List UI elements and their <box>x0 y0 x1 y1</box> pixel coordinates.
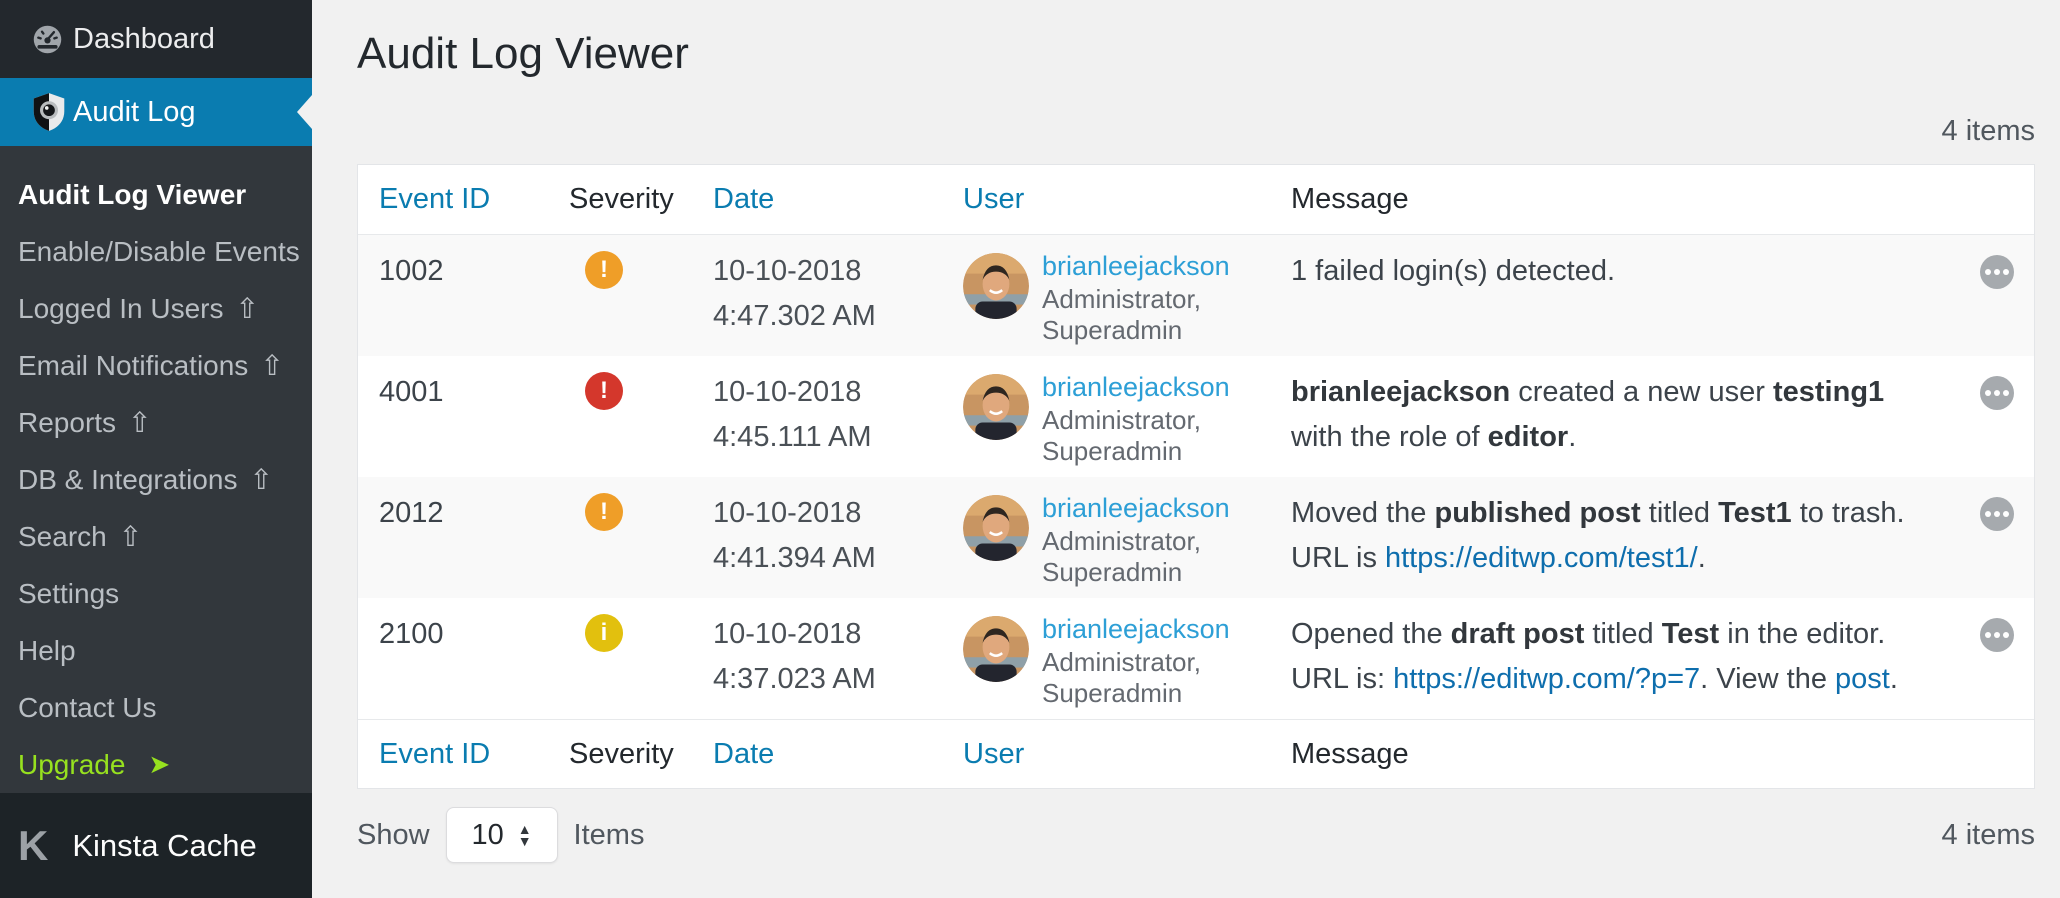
sidebar-item-label: Audit Log <box>73 96 196 129</box>
view-post-link[interactable]: post <box>1835 663 1890 695</box>
sidebar-item-help[interactable]: Help <box>0 622 312 679</box>
item-count-top: 4 items <box>357 114 2035 148</box>
column-footer-severity: Severity <box>569 738 713 771</box>
upgrade-arrow-icon: ➤ <box>148 749 170 780</box>
column-header-date[interactable]: Date <box>713 183 963 216</box>
column-footer-date[interactable]: Date <box>713 738 963 771</box>
admin-sidebar: Dashboard Audit Log Audit Log Viewer Ena… <box>0 0 312 898</box>
sidebar-item-email-notifications[interactable]: Email Notifications ⇧ <box>0 337 312 394</box>
page-size-select[interactable]: 10 ▲▼ <box>446 807 558 863</box>
column-header-message: Message <box>1291 183 1946 216</box>
sidebar-item-search[interactable]: Search ⇧ <box>0 508 312 565</box>
column-header-user[interactable]: User <box>963 183 1291 216</box>
severity-critical-icon: ! <box>585 372 623 410</box>
audit-log-table: Event ID Severity Date User Message 1002… <box>357 164 2035 789</box>
message-cell: 1 failed login(s) detected. <box>1291 247 1946 294</box>
event-id-cell: 1002 <box>358 247 569 288</box>
post-url-link[interactable]: https://editwp.com/test1/ <box>1385 542 1698 574</box>
show-label: Show <box>357 819 430 852</box>
user-roles: Administrator, Superadmin <box>1042 405 1247 467</box>
post-url-link[interactable]: https://editwp.com/?p=7 <box>1393 663 1700 695</box>
row-actions-ellipsis-icon[interactable] <box>1980 618 2014 652</box>
sidebar-item-audit-log-viewer[interactable]: Audit Log Viewer <box>0 166 312 223</box>
row-actions-ellipsis-icon[interactable] <box>1980 255 2014 289</box>
sidebar-item-kinsta-cache[interactable]: K Kinsta Cache <box>0 793 312 898</box>
username-link[interactable]: brianleejackson <box>1042 249 1230 284</box>
severity-warning-icon: ! <box>585 493 623 531</box>
event-id-cell: 2100 <box>358 610 569 651</box>
premium-upgrade-icon: ⇧ <box>128 406 151 439</box>
sidebar-item-enable-disable-events[interactable]: Enable/Disable Events <box>0 223 312 280</box>
table-row: 2100 i 10-10-2018 4:37.023 AM brianleeja… <box>358 598 2034 719</box>
spinner-arrows-icon[interactable]: ▲▼ <box>518 823 532 847</box>
page-size-value: 10 <box>471 819 503 852</box>
table-row: 1002 ! 10-10-2018 4:47.302 AM brianleeja… <box>358 235 2034 356</box>
row-actions-ellipsis-icon[interactable] <box>1980 376 2014 410</box>
severity-info-icon: i <box>585 614 623 652</box>
item-count-bottom: 4 items <box>1942 819 2035 852</box>
user-cell: brianleejackson Administrator, Superadmi… <box>963 610 1291 709</box>
severity-warning-icon: ! <box>585 251 623 289</box>
message-cell: brianleejackson created a new user testi… <box>1291 368 1946 460</box>
sidebar-item-audit-log[interactable]: Audit Log <box>0 78 312 146</box>
sidebar-item-settings[interactable]: Settings <box>0 565 312 622</box>
username-link[interactable]: brianleejackson <box>1042 612 1230 647</box>
premium-upgrade-icon: ⇧ <box>260 349 283 382</box>
message-cell: Moved the published post titled Test1 to… <box>1291 489 1946 581</box>
user-cell: brianleejackson Administrator, Superadmi… <box>963 489 1291 588</box>
user-avatar <box>963 616 1029 682</box>
page-title: Audit Log Viewer <box>357 28 2035 80</box>
severity-cell: ! <box>569 247 713 289</box>
column-header-severity: Severity <box>569 183 713 216</box>
user-roles: Administrator, Superadmin <box>1042 647 1247 709</box>
user-cell: brianleejackson Administrator, Superadmi… <box>963 368 1291 467</box>
user-cell: brianleejackson Administrator, Superadmi… <box>963 247 1291 346</box>
sidebar-item-label: Dashboard <box>73 23 215 56</box>
premium-upgrade-icon: ⇧ <box>235 292 258 325</box>
items-label: Items <box>574 819 645 852</box>
user-avatar <box>963 495 1029 561</box>
date-cell: 10-10-2018 4:41.394 AM <box>713 489 963 581</box>
column-header-event-id[interactable]: Event ID <box>358 183 569 216</box>
severity-cell: ! <box>569 368 713 410</box>
column-footer-message: Message <box>1291 738 1946 771</box>
sidebar-item-db-integrations[interactable]: DB & Integrations ⇧ <box>0 451 312 508</box>
table-header-row: Event ID Severity Date User Message <box>358 165 2034 235</box>
pagination-bar: Show 10 ▲▼ Items 4 items <box>357 807 2035 863</box>
severity-cell: i <box>569 610 713 652</box>
user-roles: Administrator, Superadmin <box>1042 284 1247 346</box>
date-cell: 10-10-2018 4:47.302 AM <box>713 247 963 339</box>
username-link[interactable]: brianleejackson <box>1042 491 1230 526</box>
premium-upgrade-icon: ⇧ <box>119 520 142 553</box>
message-cell: Opened the draft post titled Test in the… <box>1291 610 1946 702</box>
audit-log-shield-icon <box>31 92 68 132</box>
username-link[interactable]: brianleejackson <box>1042 370 1230 405</box>
user-roles: Administrator, Superadmin <box>1042 526 1247 588</box>
sidebar-item-dashboard[interactable]: Dashboard <box>0 0 312 78</box>
column-footer-user[interactable]: User <box>963 738 1291 771</box>
audit-log-submenu: Audit Log Viewer Enable/Disable Events L… <box>0 146 312 793</box>
dashboard-gauge-icon <box>31 19 68 59</box>
premium-upgrade-icon: ⇧ <box>249 463 272 496</box>
row-actions-ellipsis-icon[interactable] <box>1980 497 2014 531</box>
user-avatar <box>963 374 1029 440</box>
table-footer-row: Event ID Severity Date User Message <box>358 719 2034 788</box>
sidebar-item-reports[interactable]: Reports ⇧ <box>0 394 312 451</box>
date-cell: 10-10-2018 4:37.023 AM <box>713 610 963 702</box>
table-row: 2012 ! 10-10-2018 4:41.394 AM brianleeja… <box>358 477 2034 598</box>
active-menu-arrow <box>297 95 312 129</box>
kinsta-cache-label: Kinsta Cache <box>72 828 256 864</box>
event-id-cell: 4001 <box>358 368 569 409</box>
severity-cell: ! <box>569 489 713 531</box>
table-row: 4001 ! 10-10-2018 4:45.111 AM brianleeja… <box>358 356 2034 477</box>
event-id-cell: 2012 <box>358 489 569 530</box>
sidebar-item-upgrade[interactable]: Upgrade ➤ <box>0 736 312 793</box>
sidebar-item-logged-in-users[interactable]: Logged In Users ⇧ <box>0 280 312 337</box>
date-cell: 10-10-2018 4:45.111 AM <box>713 368 963 460</box>
user-avatar <box>963 253 1029 319</box>
sidebar-item-contact-us[interactable]: Contact Us <box>0 679 312 736</box>
column-footer-event-id[interactable]: Event ID <box>358 738 569 771</box>
kinsta-logo-icon: K <box>18 825 48 867</box>
main-content: Audit Log Viewer 4 items Event ID Severi… <box>312 0 2060 898</box>
